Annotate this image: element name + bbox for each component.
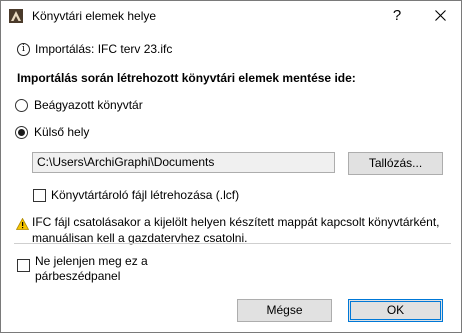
radio-button-selected[interactable] [15, 126, 28, 139]
warning-icon [15, 217, 30, 233]
ok-button[interactable]: OK [348, 299, 443, 322]
radio-button[interactable] [15, 99, 28, 112]
warning-line-1: IFC fájl csatolásakor a kijelölt helyen … [32, 215, 440, 229]
dont-show-again-label[interactable]: Ne jelenjen meg ez a párbeszédpanel [35, 254, 148, 284]
cancel-button[interactable]: Mégse [237, 299, 332, 322]
radio-external-label[interactable]: Külső hely [34, 125, 89, 139]
dont-show-line-2[interactable]: párbeszédpanel [35, 269, 148, 284]
window-title: Könyvtári elemek helye [32, 9, 157, 23]
dialog-window: Könyvtári elemek helye ? i Importálás: I… [0, 0, 462, 333]
create-lcf-label[interactable]: Könyvtártároló fájl létrehozása (.lcf) [51, 188, 239, 202]
save-location-heading: Importálás során létrehozott könyvtári e… [17, 71, 356, 85]
dont-show-line-1[interactable]: Ne jelenjen meg ez a [35, 254, 148, 269]
browse-button[interactable]: Tallózás... [348, 152, 443, 175]
close-icon [435, 10, 446, 21]
divider [14, 243, 451, 244]
close-button[interactable] [421, 1, 461, 31]
info-icon: i [17, 43, 30, 56]
import-info-text: Importálás: IFC terv 23.ifc [35, 42, 173, 56]
help-button[interactable]: ? [380, 1, 414, 31]
app-logo-icon [9, 9, 23, 23]
warning-text: IFC fájl csatolásakor a kijelölt helyen … [32, 214, 452, 246]
folder-path-field[interactable]: C:\Users\ArchiGraphi\Documents [32, 152, 335, 173]
dont-show-again-checkbox[interactable] [17, 259, 30, 272]
create-lcf-checkbox[interactable] [33, 189, 46, 202]
title-bar[interactable]: Könyvtári elemek helye ? [1, 1, 461, 31]
radio-embedded-label[interactable]: Beágyazott könyvtár [34, 98, 143, 112]
